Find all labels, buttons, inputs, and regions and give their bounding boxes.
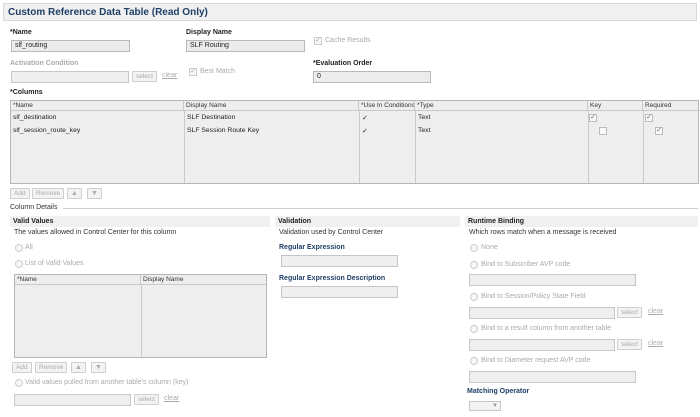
table-row-2-name[interactable]: slf_session_route_key [11,125,183,137]
evaluation-order-input[interactable]: 0 [313,71,431,83]
table-row-1-name[interactable]: slf_destination [11,112,183,124]
regular-expression-input[interactable] [281,255,398,267]
arrow-down-icon[interactable]: ▼ [91,362,106,373]
arrow-down-icon[interactable]: ▼ [87,188,102,199]
valid-values-pulled-label: Valid values pulled from another table's… [25,379,189,386]
valid-values-pulled-input[interactable] [14,394,131,406]
validation-title: Validation [275,216,460,227]
columns-header-type[interactable]: *Type [415,101,588,111]
binding-session-clear-link[interactable]: clear [648,308,663,315]
column-details-divider [63,208,698,209]
binding-diameter-radio[interactable] [470,357,478,365]
table-row-1-required-checkbox[interactable]: ✓ [645,114,653,122]
valid-values-list-label: List of Valid Values [25,260,84,267]
valid-values-header-display-name[interactable]: Display Name [141,275,266,285]
display-name-input[interactable]: SLF Routing [186,40,305,52]
table-row-2-use-in-conditions[interactable]: ✓ [360,125,414,137]
columns-header-key[interactable]: Key [588,101,643,111]
column-details-label: Column Details [10,204,58,211]
runtime-binding-title: Runtime Binding [465,216,698,227]
chevron-down-icon: ▼ [492,403,498,409]
valid-values-list-radio[interactable] [15,260,23,268]
best-match-checkbox[interactable]: ✓ [189,68,197,76]
binding-result-select-button[interactable]: select [617,339,642,350]
binding-result-input[interactable] [469,339,615,351]
activation-clear-link[interactable]: clear [162,72,177,79]
columns-grid: *Name Display Name *Use In Conditions *T… [10,100,700,184]
valid-values-add-button[interactable]: Add [12,362,32,373]
activation-condition-input[interactable] [11,71,129,83]
table-row-2-type[interactable]: Text [416,125,587,137]
binding-session-select-button[interactable]: select [617,307,642,318]
binding-none-label: None [481,244,498,251]
binding-subscriber-input[interactable] [469,274,636,286]
valid-values-title: Valid Values [10,216,270,227]
valid-values-all-label: All [25,244,33,251]
table-row-2-key-checkbox[interactable] [599,127,607,135]
valid-values-clear-link[interactable]: clear [164,395,179,402]
column-divider [141,285,142,357]
table-row-2-display-name[interactable]: SLF Session Route Key [185,125,358,137]
binding-session-label: Bind to Session/Policy State Field [481,293,586,300]
binding-subscriber-radio[interactable] [470,261,478,269]
column-divider [643,111,644,183]
cache-results-checkbox[interactable]: ✓ [314,37,322,45]
activation-select-button[interactable]: select [132,71,157,82]
valid-values-all-radio[interactable] [15,244,23,252]
panel-title: Custom Reference Data Table (Read Only) [8,7,208,18]
panel-title-bar: Custom Reference Data Table (Read Only) [3,3,697,21]
regex-description-label: Regular Expression Description [279,275,386,282]
valid-values-header-name[interactable]: *Name [15,275,141,285]
table-row-1-display-name[interactable]: SLF Destination [185,112,358,124]
table-row-1-type[interactable]: Text [416,112,587,124]
binding-none-radio[interactable] [470,244,478,252]
binding-session-radio[interactable] [470,293,478,301]
table-row-1-key-checkbox[interactable]: ✓ [589,114,597,122]
binding-result-radio[interactable] [470,325,478,333]
valid-values-description: The values allowed in Control Center for… [14,229,177,236]
columns-header-display-name[interactable]: Display Name [184,101,359,111]
columns-add-button[interactable]: Add [10,188,30,199]
activation-condition-label: Activation Condition [10,60,79,67]
columns-header-use-in-conditions[interactable]: *Use In Conditions [359,101,415,111]
table-row-1-use-in-conditions[interactable]: ✓ [360,112,414,124]
cache-results-label: Cache Results [325,37,371,44]
name-input[interactable]: slf_routing [11,40,130,52]
columns-remove-button[interactable]: Remove [32,188,65,199]
valid-values-select-button[interactable]: select [134,394,159,405]
binding-result-label: Bind to a result column from another tab… [481,325,611,332]
validation-description: Validation used by Control Center [279,229,384,236]
table-row-2-required-checkbox[interactable]: ✓ [655,127,663,135]
runtime-binding-description: Which rows match when a message is recei… [469,229,617,236]
binding-diameter-label: Bind to Diameter request AVP code [481,357,591,364]
binding-session-input[interactable] [469,307,615,319]
matching-operator-select[interactable]: ▼ [469,401,501,411]
best-match-label: Best Match [200,68,236,75]
valid-values-remove-button[interactable]: Remove [35,362,68,373]
valid-values-grid: *Name Display Name [14,274,267,358]
columns-header-required[interactable]: Required [643,101,700,111]
arrow-up-icon[interactable]: ▲ [67,188,82,199]
evaluation-order-label: *Evaluation Order [313,60,373,67]
matching-operator-label: Matching Operator [467,388,530,395]
display-name-label: Display Name [186,29,232,36]
regex-description-input[interactable] [281,286,398,298]
binding-result-clear-link[interactable]: clear [648,340,663,347]
columns-label: *Columns [10,89,43,96]
regular-expression-label: Regular Expression [279,244,345,251]
arrow-up-icon[interactable]: ▲ [71,362,86,373]
columns-header-name[interactable]: *Name [11,101,184,111]
valid-values-pulled-radio[interactable] [15,379,23,387]
binding-diameter-input[interactable] [469,371,636,383]
binding-subscriber-label: Bind to Subscriber AVP code [481,261,571,268]
name-label: *Name [10,29,32,36]
